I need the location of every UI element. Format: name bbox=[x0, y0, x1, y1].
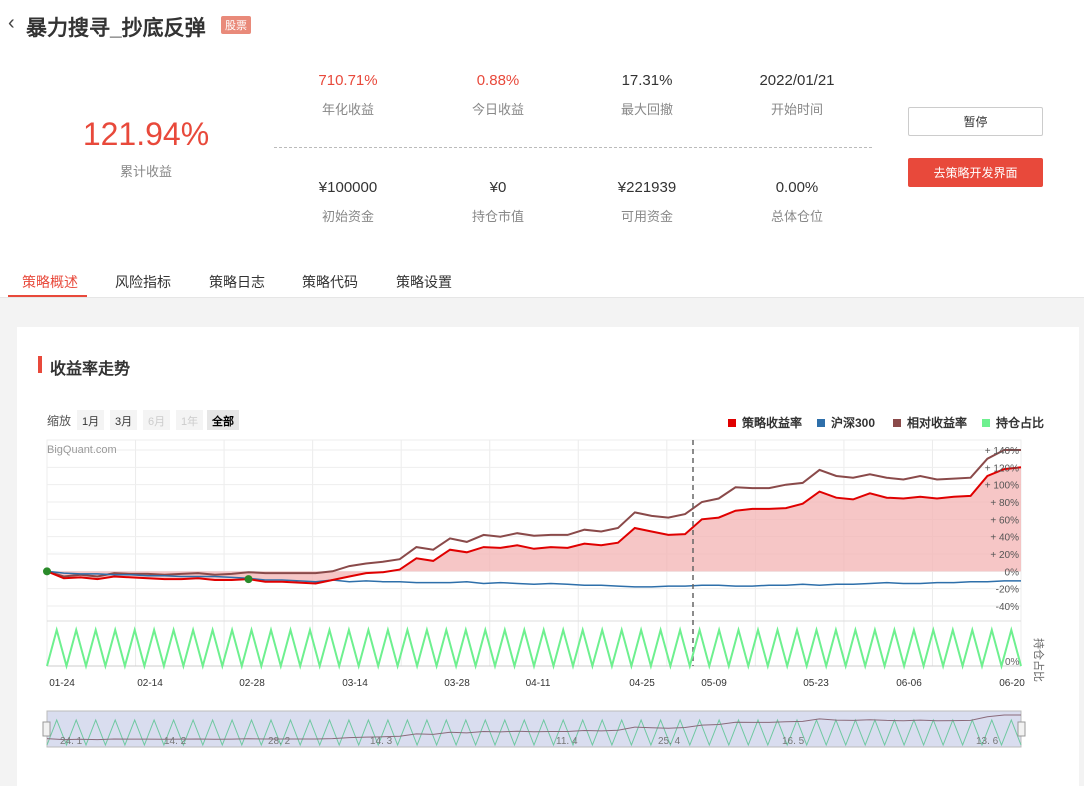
legend-label: 沪深300 bbox=[831, 416, 876, 430]
metric-value: 710.71% bbox=[318, 72, 378, 89]
pause-button[interactable]: 暂停 bbox=[908, 107, 1043, 136]
metric-label: 今日收益 bbox=[471, 102, 524, 117]
stock-badge: 股票 bbox=[221, 16, 251, 34]
metric-initial-capital: ¥100000 初始资金 bbox=[288, 179, 408, 225]
tab-overview[interactable]: 策略概述 bbox=[22, 272, 78, 292]
legend-swatch bbox=[982, 419, 990, 427]
legend-swatch bbox=[728, 419, 736, 427]
metric-label: 开始时间 bbox=[770, 102, 823, 117]
legend-swatch bbox=[893, 419, 901, 427]
metric-annual-return: 710.71% 年化收益 bbox=[288, 72, 408, 118]
metric-value: ¥100000 bbox=[318, 179, 378, 196]
metric-value: 2022/01/21 bbox=[759, 72, 835, 89]
metric-value: ¥221939 bbox=[617, 179, 677, 196]
tab-strategy-settings[interactable]: 策略设置 bbox=[396, 272, 452, 292]
chevron-left-icon[interactable]: ‹ bbox=[8, 12, 15, 35]
metric-max-drawdown: 17.31% 最大回撤 bbox=[587, 72, 707, 118]
legend-label: 持仓占比 bbox=[996, 416, 1045, 430]
metrics-divider bbox=[274, 147, 872, 148]
metric-available-cash: ¥221939 可用资金 bbox=[587, 179, 707, 225]
tab-bar: 策略概述 风险指标 策略日志 策略代码 策略设置 bbox=[0, 266, 1084, 298]
metric-position-value: ¥0 持仓市值 bbox=[438, 179, 558, 225]
section-title: 收益率走势 bbox=[50, 361, 131, 378]
metric-start-date: 2022/01/21 开始时间 bbox=[737, 72, 857, 118]
cumulative-return: 121.94% 累计收益 bbox=[78, 116, 214, 180]
zoom-3m-button[interactable]: 3月 bbox=[110, 410, 138, 430]
metric-value: 0.88% bbox=[476, 72, 520, 89]
legend-swatch bbox=[817, 419, 825, 427]
chart-card bbox=[17, 327, 1079, 786]
metric-label: 持仓市值 bbox=[471, 209, 524, 224]
metric-label: 可用资金 bbox=[620, 209, 673, 224]
metric-label: 最大回撤 bbox=[620, 102, 673, 117]
strategy-title: 暴力搜寻_抄底反弹 bbox=[26, 17, 206, 40]
metric-value: 0.00% bbox=[775, 179, 819, 196]
tab-strategy-code[interactable]: 策略代码 bbox=[302, 272, 358, 292]
cumulative-return-value: 121.94% bbox=[82, 116, 210, 152]
legend-relative-return[interactable]: 相对收益率 bbox=[893, 414, 967, 431]
tab-risk-metrics[interactable]: 风险指标 bbox=[115, 272, 171, 292]
metric-label: 总体仓位 bbox=[770, 209, 823, 224]
metric-label: 初始资金 bbox=[321, 209, 374, 224]
active-tab-indicator bbox=[8, 295, 87, 297]
page-header: ‹ 暴力搜寻_抄底反弹 股票 bbox=[0, 0, 1084, 50]
legend-label: 策略收益率 bbox=[742, 416, 803, 430]
tab-strategy-log[interactable]: 策略日志 bbox=[209, 272, 265, 292]
zoom-all-button[interactable]: 全部 bbox=[207, 410, 239, 430]
go-to-dev-button[interactable]: 去策略开发界面 bbox=[908, 158, 1043, 187]
metric-value: 17.31% bbox=[621, 72, 673, 89]
legend-csi300[interactable]: 沪深300 bbox=[817, 414, 875, 431]
metric-value: ¥0 bbox=[489, 179, 507, 196]
zoom-6m-button[interactable]: 6月 bbox=[143, 410, 171, 430]
legend-label: 相对收益率 bbox=[907, 416, 968, 430]
zoom-label: 缩放 bbox=[47, 414, 72, 428]
zoom-1y-button[interactable]: 1年 bbox=[176, 410, 204, 430]
cumulative-return-label: 累计收益 bbox=[119, 164, 172, 179]
legend-strategy-return[interactable]: 策略收益率 bbox=[728, 414, 802, 431]
metric-today-return: 0.88% 今日收益 bbox=[438, 72, 558, 118]
metric-label: 年化收益 bbox=[321, 102, 374, 117]
legend-position-ratio[interactable]: 持仓占比 bbox=[982, 414, 1044, 431]
metric-total-position: 0.00% 总体仓位 bbox=[737, 179, 857, 225]
zoom-1m-button[interactable]: 1月 bbox=[77, 410, 105, 430]
section-accent-bar bbox=[38, 356, 42, 373]
